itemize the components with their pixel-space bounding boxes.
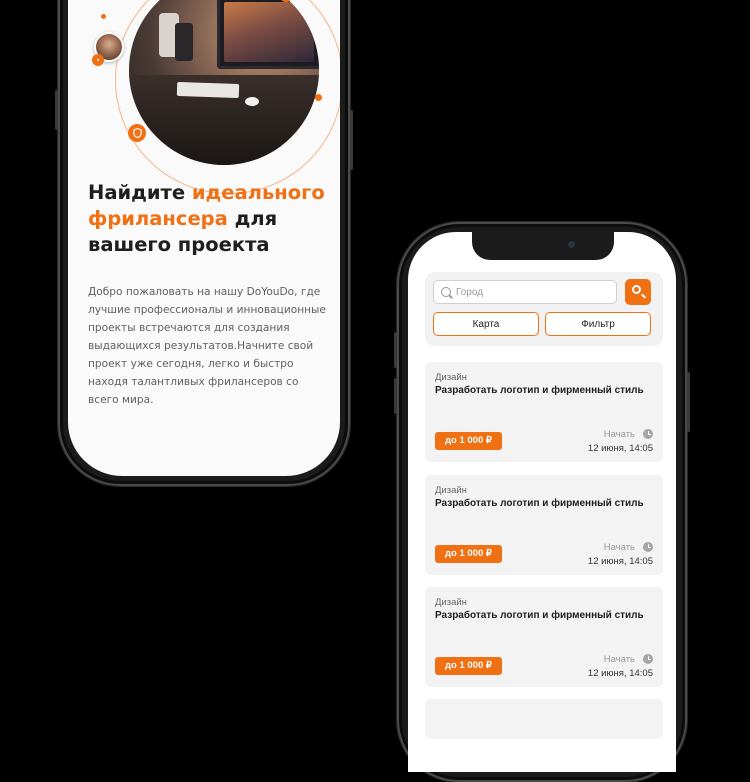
task-date: 12 июня, 14:05 [587,556,653,567]
power-button [350,110,353,170]
task-date: 12 июня, 14:05 [587,443,653,454]
phone-notch [472,232,614,260]
task-date: 12 июня, 14:05 [587,668,653,679]
task-card[interactable]: Дизайн Разработать логотип и фирменный с… [425,475,663,575]
phone-mockup-right: Карта Фильтр Дизайн Разработать логотип … [394,222,690,782]
task-title: Разработать логотип и фирменный стиль [435,385,644,396]
task-price-badge: до 1 000 ₽ [435,545,502,563]
tasks-screen: Карта Фильтр Дизайн Разработать логотип … [408,232,676,772]
orbit-dot [315,94,322,101]
monitor-shape [217,0,319,69]
task-category: Дизайн [435,372,467,383]
volume-button [394,332,397,368]
filter-button[interactable]: Фильтр [545,312,651,336]
task-title: Разработать логотип и фирменный стиль [435,610,644,621]
map-button[interactable]: Карта [433,312,539,336]
task-price-badge: до 1 000 ₽ [435,657,502,675]
shield-icon [128,124,146,142]
search-button[interactable] [625,279,651,305]
task-category: Дизайн [435,485,467,496]
hero-description: Добро пожаловать на нашу DoYouDo, где лу… [88,286,326,406]
task-title: Разработать логотип и фирменный стиль [435,498,644,509]
speaker-shape [175,23,193,61]
orbit-dot [101,14,106,19]
city-search-field[interactable] [433,280,617,304]
briefcase-icon: ▪ [92,54,104,66]
task-start-label: Начать [603,654,635,665]
task-card[interactable]: Дизайн Разработать логотип и фирменный с… [425,362,663,462]
task-start-label: Начать [603,429,635,440]
clock-icon [643,429,653,439]
clock-icon [643,654,653,664]
search-icon [441,287,451,297]
clock-icon [643,542,653,552]
hero-workspace-image [129,0,319,165]
camera-icon [568,241,575,248]
power-button [687,372,690,432]
landing-screen: ▪ ▪ Найдите идеального фрилансера для ва… [68,0,340,476]
keyboard-shape [176,81,240,99]
task-card[interactable]: Дизайн Разработать логотип и фирменный с… [425,587,663,687]
hero-title: Найдите идеального фрилансера для вашего… [88,181,325,256]
volume-button [55,90,58,130]
city-search-input[interactable] [456,284,606,300]
mouse-shape [245,97,259,106]
volume-button [394,378,397,414]
task-start-label: Начать [603,542,635,553]
phone-mockup-left: ▪ ▪ Найдите идеального фрилансера для ва… [55,0,353,486]
task-price-badge: до 1 000 ₽ [435,432,502,450]
task-category: Дизайн [435,597,467,608]
search-icon [632,285,641,294]
task-card-partial[interactable] [425,699,663,739]
search-panel: Карта Фильтр [425,272,663,346]
